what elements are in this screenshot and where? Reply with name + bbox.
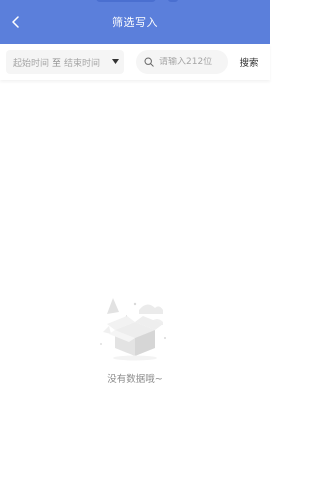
search-button[interactable]: 搜索 [232, 50, 266, 74]
header-decoration [168, 0, 178, 2]
search-icon [144, 57, 154, 67]
caret-down-icon [112, 59, 119, 64]
page-title: 筛选写入 [112, 16, 158, 29]
empty-state: 没有数据哦~ [0, 292, 270, 385]
date-range-picker[interactable]: 起始时间 至 结束时间 [6, 50, 124, 74]
search-input[interactable] [159, 57, 221, 67]
top-app-bar: 筛选写入 [0, 0, 270, 44]
search-field[interactable] [136, 50, 228, 74]
empty-box-icon [100, 298, 166, 361]
range-separator: 至 [52, 58, 62, 69]
header-decoration [96, 0, 156, 2]
start-time-label: 起始时间 [13, 58, 50, 69]
chevron-left-icon [12, 16, 19, 28]
filter-bar: 起始时间 至 结束时间 搜索 [0, 44, 270, 80]
empty-state-message: 没有数据哦~ [107, 374, 163, 385]
back-button[interactable] [6, 12, 26, 32]
end-time-label: 结束时间 [64, 58, 101, 69]
